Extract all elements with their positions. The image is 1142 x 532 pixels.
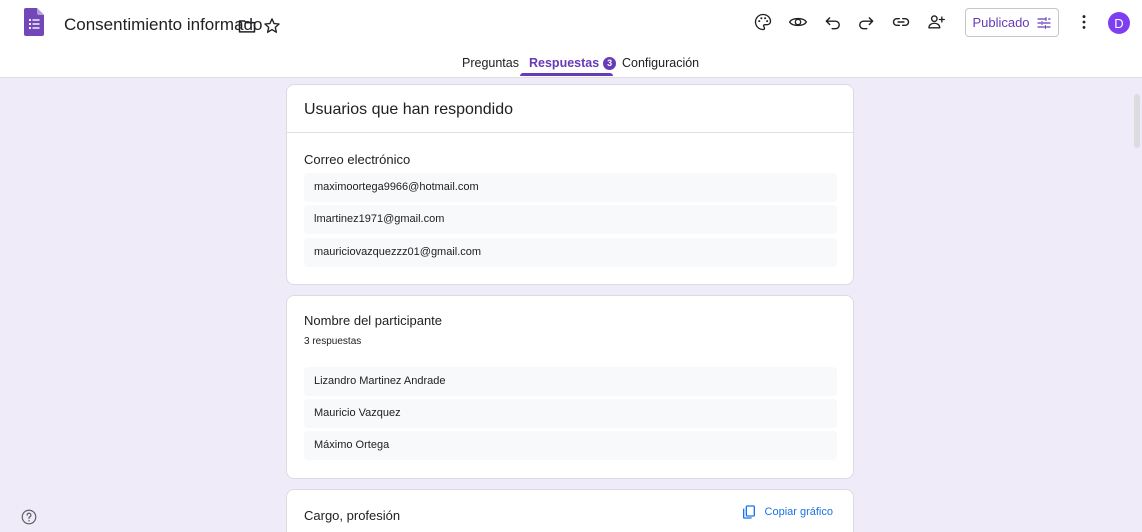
link-icon[interactable] bbox=[889, 10, 913, 34]
response-row: Mauricio Vazquez bbox=[304, 399, 837, 428]
add-collaborator-icon[interactable] bbox=[924, 10, 948, 34]
help-icon[interactable] bbox=[20, 508, 38, 526]
response-count: 3 respuestas bbox=[304, 336, 362, 347]
card-divider bbox=[287, 132, 853, 133]
preview-eye-icon[interactable] bbox=[786, 10, 810, 34]
question-title: Nombre del participante bbox=[304, 313, 443, 328]
account-avatar[interactable]: D bbox=[1108, 12, 1130, 34]
redo-icon[interactable] bbox=[854, 10, 878, 34]
response-row: Lizandro Martinez Andrade bbox=[304, 367, 837, 396]
publish-label: Publicado bbox=[972, 15, 1030, 30]
google-forms-icon[interactable] bbox=[24, 8, 44, 36]
top-bar: Consentimiento informado Publicado D Pre… bbox=[0, 0, 1142, 78]
copy-icon bbox=[742, 505, 755, 519]
response-row: maximoortega9966@hotmail.com bbox=[304, 173, 837, 202]
respondents-card: Usuarios que han respondido Correo elect… bbox=[286, 84, 854, 285]
position-card: Cargo, profesión Copiar gráfico bbox=[286, 489, 854, 532]
undo-icon[interactable] bbox=[821, 10, 845, 34]
response-row: Máximo Ortega bbox=[304, 431, 837, 460]
active-tab-indicator bbox=[520, 73, 613, 76]
question-title: Cargo, profesión bbox=[304, 508, 401, 523]
scrollbar-thumb[interactable] bbox=[1134, 94, 1140, 148]
responses-count-badge: 3 bbox=[603, 56, 617, 70]
question-title: Correo electrónico bbox=[304, 152, 411, 167]
tab-questions[interactable]: Preguntas bbox=[462, 56, 519, 78]
document-title[interactable]: Consentimiento informado bbox=[64, 14, 262, 36]
star-icon[interactable] bbox=[260, 14, 284, 38]
participant-name-card: Nombre del participante 3 respuestas Liz… bbox=[286, 295, 854, 479]
response-row: lmartinez1971@gmail.com bbox=[304, 205, 837, 234]
response-row: mauriciovazquezzz01@gmail.com bbox=[304, 238, 837, 267]
publish-settings-icon bbox=[1036, 16, 1051, 29]
tab-settings[interactable]: Configuración bbox=[622, 56, 699, 78]
respondents-card-title: Usuarios que han respondido bbox=[304, 101, 514, 118]
folder-icon[interactable] bbox=[235, 14, 259, 38]
publish-button[interactable]: Publicado bbox=[965, 8, 1059, 37]
copy-chart-label: Copiar gráfico bbox=[764, 506, 833, 518]
more-options-icon[interactable] bbox=[1072, 10, 1096, 34]
copy-chart-button[interactable]: Copiar gráfico bbox=[741, 504, 833, 520]
palette-icon[interactable] bbox=[751, 10, 775, 34]
